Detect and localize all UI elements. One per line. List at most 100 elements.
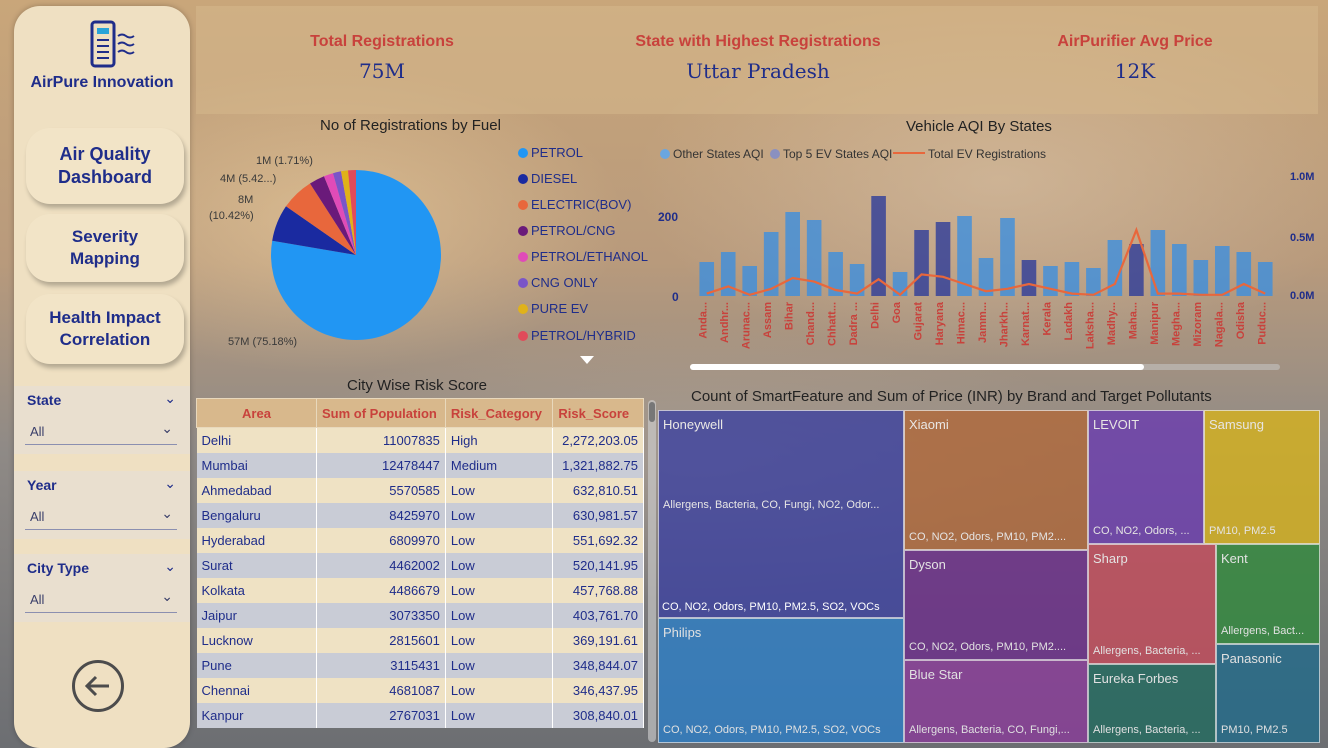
aqi-bar[interactable] [1129,244,1144,296]
x-axis-tick-label: Chand... [805,302,817,345]
chevron-down-icon[interactable]: ⌄ [164,558,176,575]
aqi-chart-scrollbar[interactable] [690,364,1280,370]
legend-petrol-ethanol[interactable]: PETROL/ETHANOL [518,249,648,264]
aqi-bar[interactable] [871,196,886,296]
cell-area: Pune [196,653,318,678]
legend-label: DIESEL [531,171,578,186]
chevron-down-icon[interactable]: ⌄ [164,390,176,407]
cell-area: Kanpur [196,703,318,728]
table-row[interactable]: Mumbai 12478447 Medium 1,321,882.75 [196,453,644,478]
column-header-population[interactable]: Sum of Population [316,398,446,428]
treemap-pollutants-label: Allergens, Bacteria, ... [1093,645,1201,657]
legend-label: PETROL [531,145,584,160]
table-row[interactable]: Kanpur 2767031 Low 308,840.01 [196,703,644,728]
treemap-tile[interactable]: Panasonic PM10, PM2.5 [1216,644,1320,743]
legend-label: CNG ONLY [531,275,598,290]
legend-petrol-hybrid[interactable]: PETROL/HYBRID [518,328,636,343]
aqi-bar[interactable] [1021,260,1037,296]
nav-severity-mapping-button[interactable]: Severity Mapping [26,214,184,282]
aqi-bar[interactable] [1043,266,1058,296]
legend-petrol[interactable]: PETROL [518,145,583,160]
column-header-risk-category[interactable]: Risk_Category [444,398,554,428]
x-axis-tick-label: Manipur [1149,301,1161,344]
aqi-bar[interactable] [914,230,929,296]
x-axis-tick-label: Kerala [1041,301,1053,336]
kpi-airpurifier-avg-price: AirPurifier Avg Price 12K [1030,33,1240,83]
treemap-tile[interactable]: Sharp Allergens, Bacteria, ... [1088,544,1216,664]
scrollbar-thumb[interactable] [649,402,655,422]
x-axis-tick-label: Haryana [934,301,946,345]
legend-scroll-down-icon[interactable] [580,356,594,364]
table-row[interactable]: Hyderabad 6809970 Low 551,692.32 [196,528,644,553]
aqi-bar[interactable] [785,212,800,296]
cell-population: 2815601 [316,628,446,653]
table-row[interactable]: Jaipur 3073350 Low 403,761.70 [196,603,644,628]
cell-population: 3073350 [316,603,446,628]
aqi-bar[interactable] [1193,260,1209,296]
table-row[interactable]: Lucknow 2815601 Low 369,191.61 [196,628,644,653]
aqi-bar[interactable] [742,266,758,296]
treemap-tile[interactable]: Kent Allergens, Bact... [1216,544,1320,644]
aqi-bar[interactable] [935,222,951,296]
legend-dot-icon [518,226,528,236]
year-dropdown[interactable]: All ⌄ [25,503,177,530]
nav-label-line2: Correlation [59,330,151,349]
cell-population: 5570585 [316,478,446,503]
treemap-tile[interactable]: Eureka Forbes Allergens, Bacteria, ... [1088,664,1216,743]
nav-health-impact-correlation-button[interactable]: Health Impact Correlation [26,294,184,364]
state-dropdown[interactable]: All ⌄ [25,418,177,445]
cell-population: 8425970 [316,503,446,528]
aqi-legend-top5[interactable]: Top 5 EV States AQI [770,147,892,161]
treemap-brand-label: Eureka Forbes [1093,671,1179,686]
table-row[interactable]: Chennai 4681087 Low 346,437.95 [196,678,644,703]
legend-dot-icon [660,149,670,159]
table-row[interactable]: Bengaluru 8425970 Low 630,981.57 [196,503,644,528]
column-header-risk-score[interactable]: Risk_Score [552,398,644,428]
treemap-tile[interactable]: Xiaomi CO, NO2, Odors, PM10, PM2.... [904,410,1088,550]
aqi-bar[interactable] [1000,218,1015,296]
legend-dot-icon [518,278,528,288]
city-type-dropdown[interactable]: All ⌄ [25,586,177,613]
aqi-legend-ev[interactable]: Total EV Registrations [893,147,1046,161]
nav-label-line1: Health Impact [49,307,161,327]
treemap-tile[interactable]: Blue Star Allergens, Bacteria, CO, Fungi,… [904,660,1088,743]
legend-dot-icon [518,331,528,341]
aqi-bar[interactable] [1172,244,1187,296]
legend-label: PETROL/ETHANOL [531,249,649,264]
legend-petrol-cng[interactable]: PETROL/CNG [518,223,616,238]
treemap-tile[interactable]: Philips CO, NO2, Odors, PM10, PM2.5, SO2,… [658,618,904,743]
aqi-bar[interactable] [1150,230,1166,296]
table-row[interactable]: Pune 3115431 Low 348,844.07 [196,653,644,678]
treemap-title: Count of SmartFeature and Sum of Price (… [691,388,1212,405]
treemap-tile[interactable]: LEVOIT CO, NO2, Odors, ... [1088,410,1204,544]
table-row[interactable]: Delhi 11007835 High 2,272,203.05 [196,427,644,453]
table-row[interactable]: Ahmedabad 5570585 Low 632,810.51 [196,478,644,503]
column-header-area[interactable]: Area [195,398,318,428]
table-scrollbar[interactable] [648,400,656,742]
scrollbar-thumb[interactable] [690,364,1144,370]
cell-risk-category: Low [445,628,554,653]
aqi-bar[interactable] [1214,246,1230,296]
back-arrow-button[interactable] [72,660,124,712]
legend-dot-icon [518,148,528,158]
legend-pure-ev[interactable]: PURE EV [518,301,588,316]
legend-diesel[interactable]: DIESEL [518,171,577,186]
table-row[interactable]: Kolkata 4486679 Low 457,768.88 [196,578,644,603]
cell-area: Bengaluru [196,503,318,528]
legend-dot-icon [518,252,528,262]
aqi-legend-other[interactable]: Other States AQI [660,147,764,161]
legend-cng-only[interactable]: CNG ONLY [518,275,598,290]
treemap-tile[interactable]: Dyson CO, NO2, Odors, PM10, PM2.... [904,550,1088,660]
treemap-tile[interactable]: Honeywell Allergens, Bacteria, CO, Fungi,… [658,410,904,618]
treemap-brand-label: Panasonic [1221,651,1282,666]
cell-risk-category: Low [445,503,554,528]
chevron-down-icon[interactable]: ⌄ [164,475,176,492]
nav-air-quality-dashboard-button[interactable]: Air Quality Dashboard [26,128,184,204]
treemap-tile[interactable]: Samsung PM10, PM2.5 [1204,410,1320,544]
cell-risk-category: Low [445,553,554,578]
aqi-bar[interactable] [1064,262,1080,296]
table-row[interactable]: Surat 4462002 Low 520,141.95 [196,553,644,578]
legend-label: Other States AQI [673,147,764,161]
aqi-bar[interactable] [1236,252,1252,296]
legend-electric[interactable]: ELECTRIC(BOV) [518,197,631,212]
